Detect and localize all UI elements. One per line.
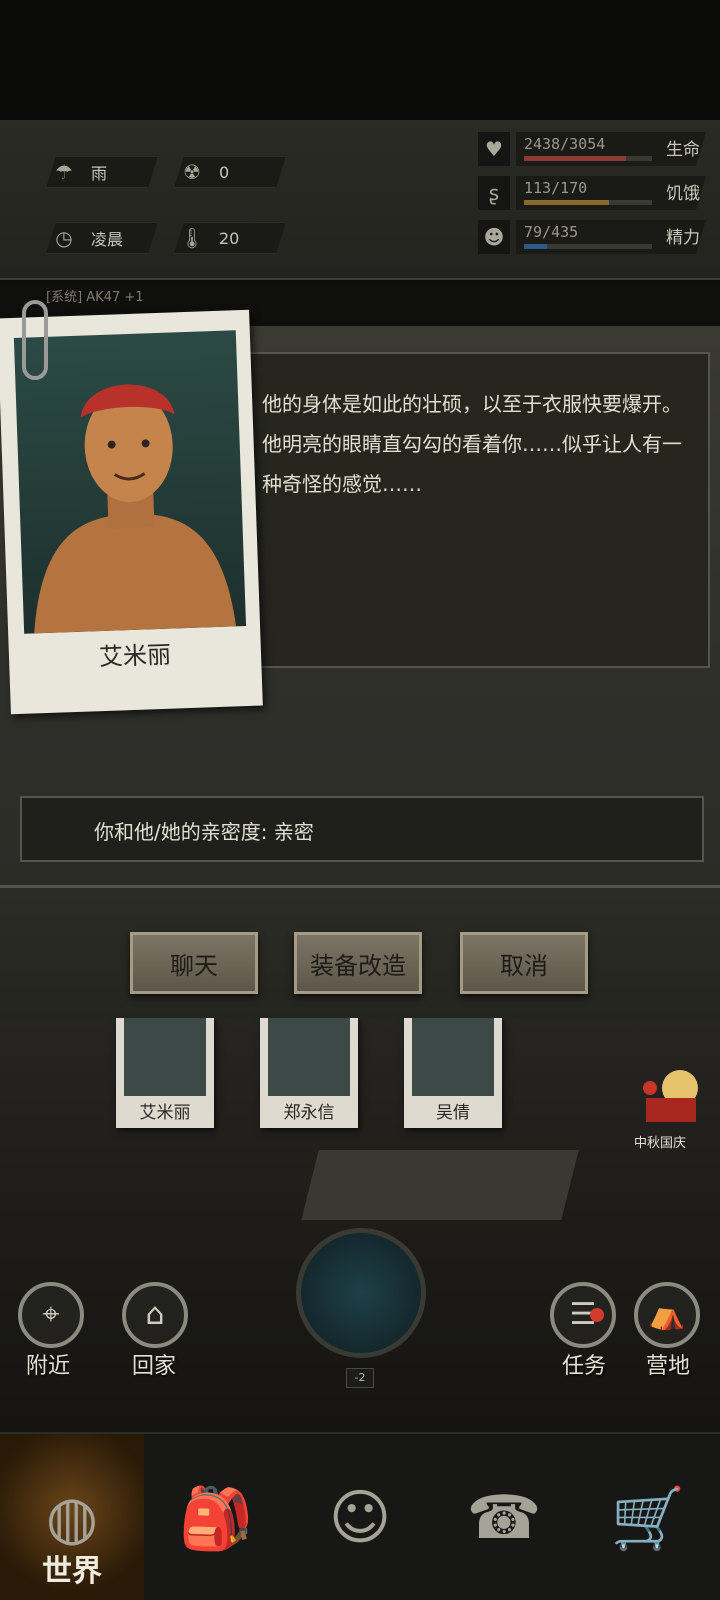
- portrait-image: [13, 330, 247, 634]
- time-chip: ◷ 凌晨: [46, 222, 158, 254]
- health-label: 生命: [666, 140, 700, 160]
- nav-radio[interactable]: ☎: [432, 1434, 576, 1600]
- notification-dot: [590, 1308, 604, 1322]
- health-bar: [524, 156, 652, 161]
- radar-button[interactable]: [296, 1228, 426, 1358]
- home-label[interactable]: 回家: [132, 1348, 176, 1380]
- hunger-label: 饥饿: [666, 184, 700, 204]
- nav-backpack[interactable]: 🎒: [144, 1434, 288, 1600]
- task-icon[interactable]: ☰: [550, 1282, 616, 1348]
- energy-stat: ☻ 79/435 精力: [478, 220, 708, 256]
- npc-face: [268, 1018, 350, 1096]
- npc-face: [124, 1018, 206, 1096]
- world-scene: 艾米丽 郑永信 吴倩 中秋国庆 -2 ⌖ 附近 ⌂ 回家 ☰ 任务 ⛺ 营地: [0, 1018, 720, 1432]
- character-description: 他的身体是如此的壮硕，以至于衣服快要爆开。他明亮的眼睛直勾勾的看着你……似乎让人…: [262, 392, 682, 496]
- temperature-value: 20: [219, 228, 240, 248]
- npc-name: 郑永信: [283, 1103, 335, 1123]
- npc-name: 吴倩: [436, 1103, 470, 1123]
- rain-icon: ☂: [55, 160, 73, 184]
- lantern-icon: [643, 1070, 698, 1122]
- festival-event-button[interactable]: 中秋国庆: [634, 1058, 700, 1151]
- table-background: [301, 1150, 579, 1220]
- hunger-value: 113/170: [524, 179, 588, 197]
- time-value: 凌晨: [91, 230, 124, 249]
- location-pin-icon[interactable]: ⌖: [18, 1282, 84, 1348]
- energy-value: 79/435: [524, 223, 579, 241]
- walkie-talkie-icon: ☎: [466, 1483, 542, 1553]
- camp-label[interactable]: 营地: [646, 1348, 690, 1380]
- top-blank-bar: [0, 0, 720, 120]
- bottom-nav: ◍ 世界 🎒 ☺ ☎ 🛒: [0, 1432, 720, 1600]
- festival-event-label: 中秋国庆: [634, 1136, 687, 1151]
- stomach-icon: ʂ: [478, 176, 510, 210]
- health-stat: ♥ 2438/3054 生命: [478, 132, 708, 168]
- npc-card[interactable]: 吴倩: [404, 1018, 502, 1128]
- nav-skills[interactable]: ☺: [288, 1434, 432, 1600]
- tent-icon[interactable]: ⛺: [634, 1282, 700, 1348]
- nav-shop[interactable]: 🛒: [576, 1434, 720, 1600]
- nav-world-label: 世界: [42, 1554, 102, 1589]
- temperature-chip: 🌡 20: [174, 222, 286, 254]
- equipment-modify-button[interactable]: 装备改造: [294, 932, 422, 994]
- weather-chip: ☂ 雨: [46, 156, 158, 188]
- portrait-name: 艾米丽: [98, 640, 172, 672]
- shopping-cart-icon: 🛒: [610, 1483, 686, 1554]
- description-box: 他的身体是如此的壮硕，以至于衣服快要爆开。他明亮的眼睛直勾勾的看着你……似乎让人…: [244, 352, 710, 668]
- log-text: [系统] AK47 +1: [46, 290, 144, 305]
- hunger-stat: ʂ 113/170 饥饿: [478, 176, 708, 212]
- backpack-icon: 🎒: [178, 1483, 254, 1554]
- radiation-chip: ☢ 0: [174, 156, 286, 188]
- npc-card[interactable]: 郑永信: [260, 1018, 358, 1128]
- clock-icon: ◷: [55, 226, 73, 250]
- floor-level: -2: [346, 1368, 374, 1388]
- globe-icon: ◍: [45, 1483, 99, 1553]
- intimacy-box: 你和他/她的亲密度: 亲密: [20, 796, 704, 862]
- radiation-icon: ☢: [183, 160, 201, 184]
- weather-value: 雨: [91, 164, 108, 183]
- energy-bar: [524, 244, 652, 249]
- heart-icon: ♥: [478, 132, 510, 166]
- thermometer-icon: 🌡: [179, 226, 205, 250]
- tasks-label[interactable]: 任务: [562, 1348, 606, 1380]
- chat-button[interactable]: 聊天: [130, 932, 258, 994]
- npc-face: [412, 1018, 494, 1096]
- head-energy-icon: ☻: [478, 220, 510, 254]
- npc-name: 艾米丽: [139, 1103, 191, 1123]
- hunger-bar: [524, 200, 652, 205]
- head-gear-icon: ☺: [328, 1483, 392, 1553]
- cancel-button[interactable]: 取消: [460, 932, 588, 994]
- health-value: 2438/3054: [524, 135, 606, 153]
- energy-label: 精力: [666, 228, 700, 248]
- status-panel: ☂ 雨 ☢ 0 ◷ 凌晨 🌡 20 ♥ 2438/3054 生命 ʂ 113/1…: [0, 120, 720, 376]
- action-bar: 聊天 装备改造 取消: [0, 888, 720, 1018]
- paperclip-icon: [22, 300, 48, 380]
- radiation-value: 0: [219, 162, 230, 182]
- intimacy-text: 你和他/她的亲密度: 亲密: [94, 820, 314, 844]
- npc-card[interactable]: 艾米丽: [116, 1018, 214, 1128]
- nav-world[interactable]: ◍ 世界: [0, 1434, 144, 1600]
- home-icon[interactable]: ⌂: [122, 1282, 188, 1348]
- nearby-label[interactable]: 附近: [26, 1348, 70, 1380]
